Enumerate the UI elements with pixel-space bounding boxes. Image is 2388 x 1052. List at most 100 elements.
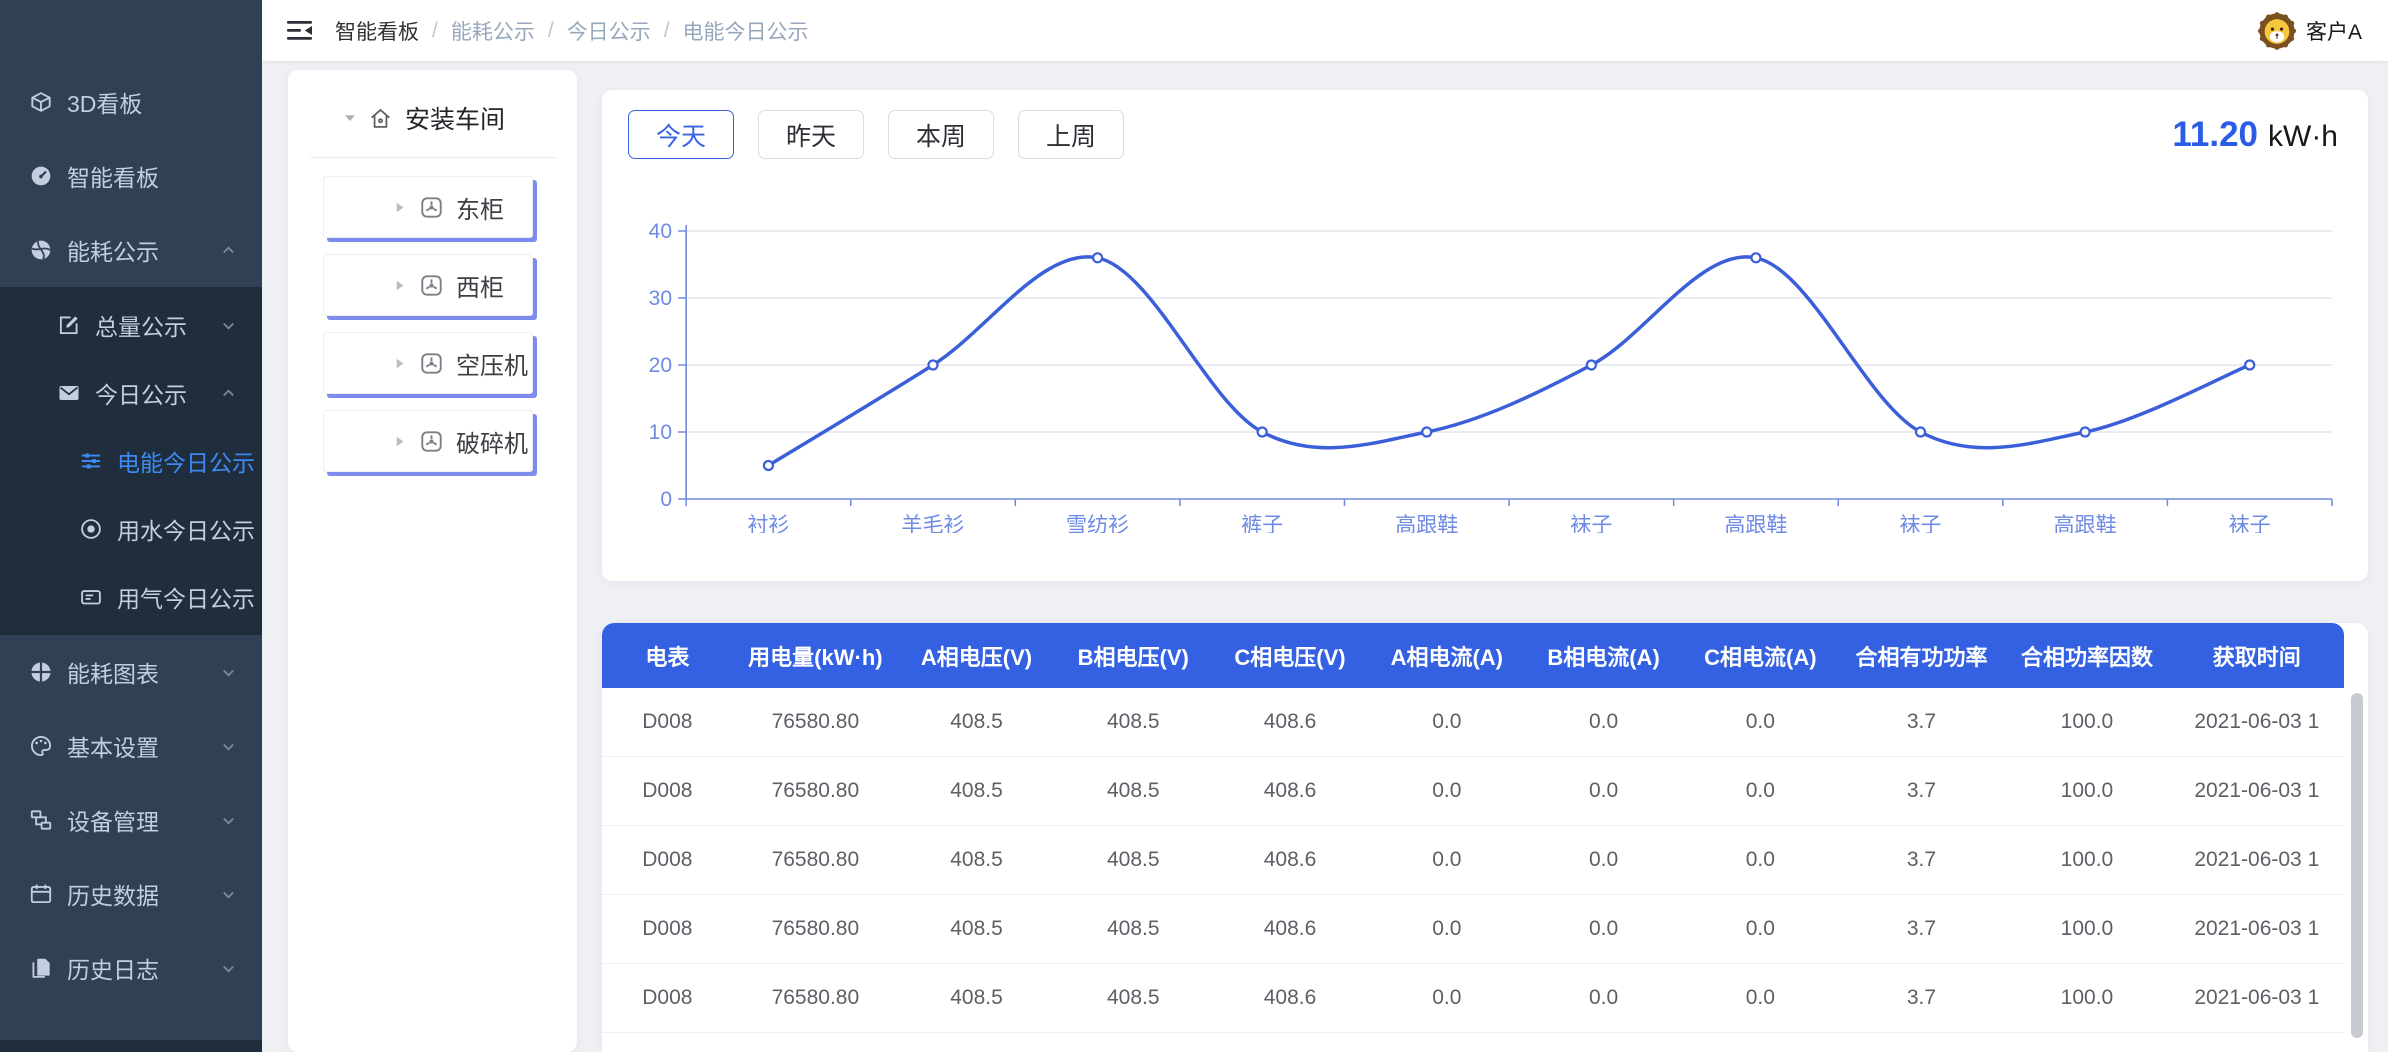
table-cell: 76580.80 <box>733 848 898 872</box>
sidebar-item-用气今日公示[interactable]: 用气今日公示 <box>0 563 262 631</box>
expand-arrow-icon[interactable] <box>392 200 407 215</box>
table-cell: 408.5 <box>898 986 1055 1010</box>
expand-arrow-icon[interactable] <box>392 356 407 371</box>
table-cell: 408.5 <box>898 917 1055 941</box>
table-cell: 76580.80 <box>733 917 898 941</box>
total-energy-unit: kW·h <box>2268 120 2338 154</box>
table-cell: D008 <box>602 779 733 803</box>
content-area: 安装车间 东柜西柜空压机破碎机 今天昨天本周上周 11.20 kW·h 0102… <box>262 61 2388 1052</box>
table-cell: 0.0 <box>1525 710 1682 734</box>
record-icon <box>78 516 104 542</box>
svg-text:羊毛衫: 羊毛衫 <box>901 514 964 533</box>
svg-text:10: 10 <box>649 421 672 444</box>
sidebar-item-电能今日公示[interactable]: 电能今日公示 <box>0 427 262 495</box>
table-row: D00876580.80408.5408.5408.60.00.00.03.71… <box>602 688 2344 757</box>
table-row: D00876580.80408.5408.5408.60.00.00.03.71… <box>602 895 2344 964</box>
device-node-空压机[interactable]: 空压机 <box>323 332 533 394</box>
table-cell: 408.5 <box>1055 986 1212 1010</box>
sidebar-item-设备管理[interactable]: 设备管理 <box>0 783 262 857</box>
range-button-上周[interactable]: 上周 <box>1018 110 1124 159</box>
expand-arrow-icon[interactable] <box>392 434 407 449</box>
sidebar-item-历史日志[interactable]: 历史日志 <box>0 931 262 1005</box>
sidebar-item-3D看板[interactable]: 3D看板 <box>0 65 262 139</box>
breadcrumb-item-智能看板[interactable]: 智能看板 <box>335 16 419 46</box>
breadcrumb: 智能看板/能耗公示/今日公示/电能今日公示 <box>335 16 809 46</box>
column-header-C相电流(A): C相电流(A) <box>1682 640 1839 672</box>
caret-down-icon[interactable] <box>342 110 358 126</box>
table-cell: 0.0 <box>1368 710 1525 734</box>
meter-icon <box>418 272 445 299</box>
table-scrollbar[interactable] <box>2351 693 2363 1038</box>
table-cell: 3.7 <box>1839 986 2004 1010</box>
table-cell: 2021-06-03 1 <box>2170 917 2344 941</box>
table-cell: 408.6 <box>1212 779 1369 803</box>
table-cell: 408.6 <box>1212 848 1369 872</box>
date-range-buttons: 今天昨天本周上周 <box>628 110 1148 159</box>
range-button-本周[interactable]: 本周 <box>888 110 994 159</box>
device-node-破碎机[interactable]: 破碎机 <box>323 410 533 472</box>
column-header-B相电压(V): B相电压(V) <box>1055 640 1212 672</box>
column-header-获取时间: 获取时间 <box>2170 640 2344 672</box>
user-menu[interactable]: 客户A <box>2258 12 2362 50</box>
svg-text:衬衫: 衬衫 <box>747 514 789 533</box>
table-row: D00876580.80408.5408.5408.60.00.00.03.71… <box>602 1033 2344 1052</box>
table-cell: 76580.80 <box>733 779 898 803</box>
table-cell: 408.5 <box>1055 848 1212 872</box>
energy-chart-card: 今天昨天本周上周 11.20 kW·h 010203040衬衫羊毛衫雪纺衫裤子高… <box>602 90 2368 581</box>
sidebar-item-label: 3D看板 <box>67 85 142 119</box>
sidebar-item-历史数据[interactable]: 历史数据 <box>0 857 262 931</box>
device-tree-panel: 安装车间 东柜西柜空压机破碎机 <box>288 70 577 1052</box>
sidebar-item-label: 用水今日公示 <box>117 512 255 546</box>
sidebar-item-label: 总量公示 <box>95 308 187 342</box>
table-cell: 0.0 <box>1368 986 1525 1010</box>
breadcrumb-item-能耗公示[interactable]: 能耗公示 <box>451 16 535 46</box>
breadcrumb-item-今日公示[interactable]: 今日公示 <box>567 16 651 46</box>
table-cell: 408.5 <box>1055 779 1212 803</box>
device-tree-root[interactable]: 安装车间 <box>288 100 577 136</box>
table-cell: 408.6 <box>1212 917 1369 941</box>
device-node-label: 西柜 <box>456 268 504 303</box>
sidebar-collapse-icon[interactable] <box>286 19 313 42</box>
card-icon <box>78 584 104 610</box>
table-cell: 100.0 <box>2004 848 2169 872</box>
energy-line-chart: 010203040衬衫羊毛衫雪纺衫裤子高跟鞋袜子高跟鞋袜子高跟鞋袜子 <box>628 217 2342 533</box>
table-cell: 100.0 <box>2004 917 2169 941</box>
svg-text:袜子: 袜子 <box>1570 514 1612 533</box>
column-header-电表: 电表 <box>602 640 733 672</box>
table-cell: 76580.80 <box>733 986 898 1010</box>
range-button-今天[interactable]: 今天 <box>628 110 734 159</box>
column-header-A相电流(A): A相电流(A) <box>1368 640 1525 672</box>
table-cell: 3.7 <box>1839 710 2004 734</box>
column-header-合相功率因数: 合相功率因数 <box>2004 640 2169 672</box>
sidebar-footer-strip <box>0 1040 262 1052</box>
sidebar-item-总量公示[interactable]: 总量公示 <box>0 291 262 359</box>
sidebar-item-今日公示[interactable]: 今日公示 <box>0 359 262 427</box>
table-row: D00876580.80408.5408.5408.60.00.00.03.71… <box>602 826 2344 895</box>
svg-text:高跟鞋: 高跟鞋 <box>2054 514 2117 533</box>
sidebar-item-label: 历史数据 <box>67 877 159 911</box>
device-node-东柜[interactable]: 东柜 <box>323 176 533 238</box>
table-cell: 408.5 <box>1055 917 1212 941</box>
svg-text:袜子: 袜子 <box>1899 514 1941 533</box>
sidebar-item-能耗公示[interactable]: 能耗公示 <box>0 213 262 287</box>
expand-arrow-icon[interactable] <box>392 278 407 293</box>
table-cell: 408.5 <box>898 848 1055 872</box>
sidebar-item-基本设置[interactable]: 基本设置 <box>0 709 262 783</box>
meter-icon <box>418 194 445 221</box>
user-avatar <box>2258 12 2296 50</box>
table-cell: 2021-06-03 1 <box>2170 848 2344 872</box>
device-node-label: 破碎机 <box>456 424 528 459</box>
sidebar-item-智能看板[interactable]: 智能看板 <box>0 139 262 213</box>
svg-text:高跟鞋: 高跟鞋 <box>1724 514 1787 533</box>
table-cell: D008 <box>602 710 733 734</box>
username: 客户A <box>2306 16 2362 46</box>
table-cell: 0.0 <box>1368 848 1525 872</box>
sidebar-item-能耗图表[interactable]: 能耗图表 <box>0 635 262 709</box>
sidebar-item-用水今日公示[interactable]: 用水今日公示 <box>0 495 262 563</box>
device-node-西柜[interactable]: 西柜 <box>323 254 533 316</box>
meter-icon <box>418 428 445 455</box>
svg-text:袜子: 袜子 <box>2229 514 2271 533</box>
device-node-label: 空压机 <box>456 346 528 381</box>
range-button-昨天[interactable]: 昨天 <box>758 110 864 159</box>
device-node-label: 东柜 <box>456 190 504 225</box>
